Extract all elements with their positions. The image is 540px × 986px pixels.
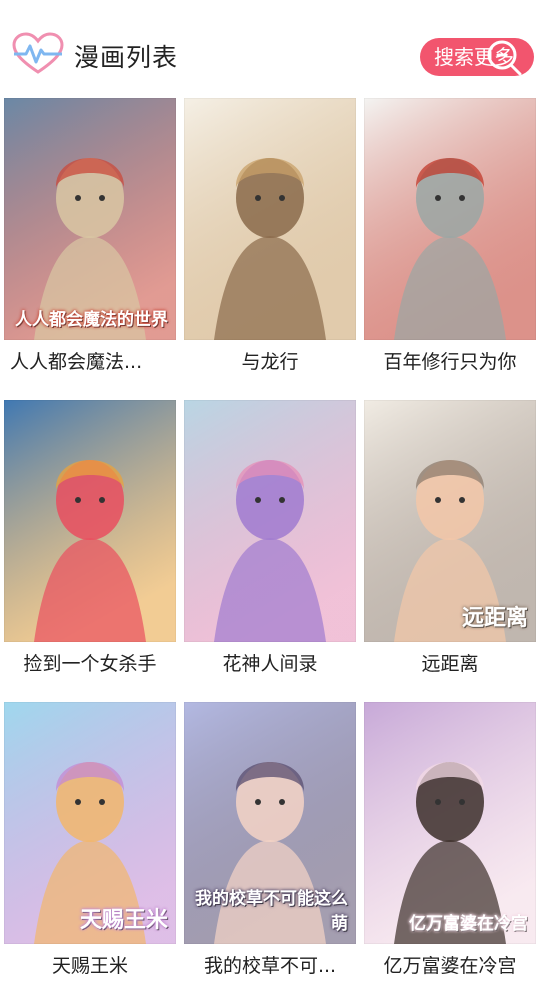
cover-illustration [364,702,536,944]
comic-cover[interactable]: 亿万富婆在冷宫 [364,702,536,944]
search-icon [487,40,522,76]
comic-card[interactable]: 亿万富婆在冷宫 亿万富婆在冷宫 [364,702,536,986]
comic-card[interactable]: 与龙行 [184,98,356,382]
comic-title[interactable]: 百年修行只为你 [364,342,536,382]
comic-card[interactable]: 人人都会魔法的世界 人人都会魔法... [4,98,176,382]
page-title: 漫画列表 [74,43,179,72]
comic-cover[interactable] [364,98,536,340]
comic-card[interactable]: 天赐王米 天赐王米 [4,702,176,986]
comic-title[interactable]: 亿万富婆在冷宫 [364,946,536,986]
comic-title[interactable]: 远距离 [364,644,536,684]
comic-title[interactable]: 天赐王米 [4,946,176,986]
cover-illustration [184,98,356,340]
comic-title[interactable]: 与龙行 [184,342,356,382]
comic-cover[interactable] [4,400,176,642]
heart-pulse-icon [12,32,64,74]
comic-cover[interactable] [184,98,356,340]
comic-card[interactable]: 我的校草不可能这么萌 我的校草不可... [184,702,356,986]
comic-title[interactable]: 我的校草不可... [184,946,356,986]
cover-illustration [184,400,356,642]
comic-cover[interactable] [184,400,356,642]
comic-title[interactable]: 捡到一个女杀手 [4,644,176,684]
comic-cover[interactable]: 天赐王米 [4,702,176,944]
comic-card[interactable]: 花神人间录 [184,400,356,684]
cover-illustration [364,400,536,642]
comic-title[interactable]: 花神人间录 [184,644,356,684]
cover-illustration [4,702,176,944]
search-more-button[interactable]: 搜索更多 [420,38,534,76]
cover-illustration [364,98,536,340]
comic-cover[interactable]: 远距离 [364,400,536,642]
comic-cover[interactable]: 我的校草不可能这么萌 [184,702,356,944]
app-header: 漫画列表 搜索更多 [0,0,540,100]
comic-cover[interactable]: 人人都会魔法的世界 [4,98,176,340]
comic-card[interactable]: 远距离 远距离 [364,400,536,684]
comic-title[interactable]: 人人都会魔法... [4,342,176,382]
comic-card[interactable]: 捡到一个女杀手 [4,400,176,684]
cover-illustration [4,98,176,340]
cover-illustration [184,702,356,944]
comic-card[interactable]: 百年修行只为你 [364,98,536,382]
cover-illustration [4,400,176,642]
